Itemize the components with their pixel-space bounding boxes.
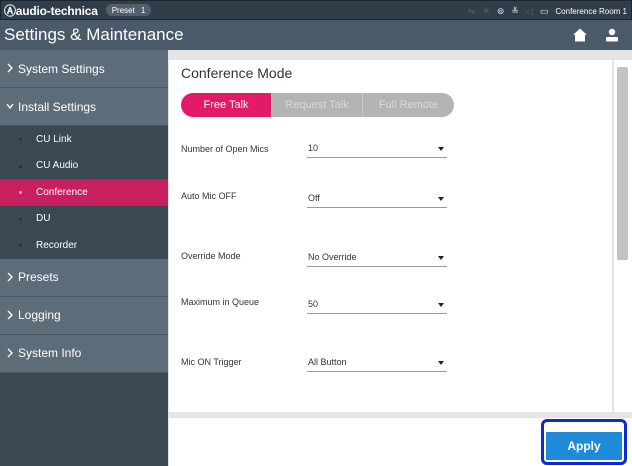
page-title: Settings & Maintenance [4,25,184,44]
sidebar-subitem-cu-link[interactable]: CU Link [0,126,168,153]
sidebar-subitem-label: CU Link [36,133,72,145]
sidebar-subitem-label: CU Audio [36,160,79,172]
bullet-dot [19,138,22,141]
override-mode-select[interactable]: No Override [307,249,447,267]
sidebar-item-label: System Info [18,346,82,360]
display-icon: ▭ [539,5,549,16]
override-mode-label: Override Mode [181,251,241,261]
sidebar-item-label: Presets [18,270,59,284]
select-value: 10 [308,143,319,153]
chevron-right-icon [7,63,13,73]
camera-icon: ⊚ [496,5,505,16]
bullet-dot [19,191,22,194]
user-icon[interactable] [604,27,620,43]
sidebar-subitem-label: DU [36,213,51,225]
chevron-down-icon [6,103,14,110]
network-icon: ⇋ [467,5,476,16]
apply-button[interactable]: Apply [546,432,622,460]
sidebar-subitem-recorder[interactable]: Recorder [0,232,168,259]
sidebar-subitem-label: Conference [36,186,88,198]
select-value: 50 [308,299,319,309]
speaker-icon: ◁ [525,5,533,16]
select-value: No Override [308,252,357,262]
mode-segmented-control: Free Talk Request Talk Full Remote [181,93,454,117]
sidebar-item-system-settings[interactable]: System Settings [0,50,168,88]
sidebar-subitem-cu-audio[interactable]: CU Audio [0,152,168,179]
footer-bar: Apply [169,418,632,466]
select-value: All Button [308,357,347,367]
sidebar-item-label: Logging [18,308,61,322]
home-icon[interactable] [572,27,588,43]
sidebar-item-presets[interactable]: Presets [0,258,168,297]
preset-badge: Preset 1 [105,4,152,16]
status-icons: ⇋ ✳ ⊚ ≚ ◁ ▭ Conference Room 1 [468,1,627,21]
preset-number: 1 [140,5,146,15]
dropdown-caret-icon [438,303,444,307]
select-value: Off [308,193,320,203]
mic-on-trigger-select[interactable]: All Button [307,354,447,372]
dropdown-caret-icon [438,197,444,201]
top-status-bar: Ⓐaudio-technica Preset 1 ⇋ ✳ ⊚ ≚ ◁ ▭ Con… [0,0,632,20]
chevron-right-icon [7,348,13,357]
dropdown-caret-icon [438,256,444,260]
recording-icon: ≚ [511,5,519,16]
conference-mode-panel: Conference Mode Free Talk Request Talk F… [169,60,612,412]
signal-icon: ✳ [482,5,490,16]
bullet-dot [19,217,22,221]
brand-logo: Ⓐaudio-technica [4,3,98,18]
section-title: Conference Mode [181,65,293,81]
sidebar-item-install-settings[interactable]: Install Settings [0,88,168,126]
sidebar-item-label: System Settings [18,61,105,76]
preset-label: Preset [111,5,135,15]
mode-request-talk-button[interactable]: Request Talk [272,93,363,117]
sidebar-item-system-info[interactable]: System Info [0,334,168,373]
main-content: Conference Mode Free Talk Request Talk F… [168,50,632,466]
mic-on-trigger-label: Mic ON Trigger [181,357,242,367]
scrollbar-thumb[interactable] [617,67,628,260]
room-name: Conference Room 1 [555,6,627,16]
mode-free-talk-button[interactable]: Free Talk [181,93,272,117]
auto-mic-off-label: Auto Mic OFF [181,191,237,201]
sidebar-subitem-label: Recorder [36,239,78,251]
dropdown-caret-icon [438,361,444,365]
open-mics-label: Number of Open Mics [181,144,269,154]
chevron-right-icon [7,272,13,281]
max-queue-label: Maximum in Queue [181,297,260,307]
chevron-right-icon [7,310,13,319]
bullet-dot [19,244,22,247]
open-mics-select[interactable]: 10 [307,140,447,158]
sidebar-item-logging[interactable]: Logging [0,296,168,335]
sidebar-subitem-du[interactable]: DU [0,205,168,232]
title-bar: Settings & Maintenance [0,20,632,50]
vertical-scrollbar[interactable] [613,60,632,412]
bullet-dot [19,164,22,168]
mode-full-remote-button[interactable]: Full Remote [363,93,454,117]
sidebar-item-label: Install Settings [18,99,97,114]
auto-mic-off-select[interactable]: Off [307,190,447,208]
sidebar: System Settings Install Settings CU Link… [0,50,168,466]
sidebar-subitem-conference[interactable]: Conference [0,179,168,206]
dropdown-caret-icon [438,147,444,151]
max-queue-select[interactable]: 50 [307,296,447,314]
